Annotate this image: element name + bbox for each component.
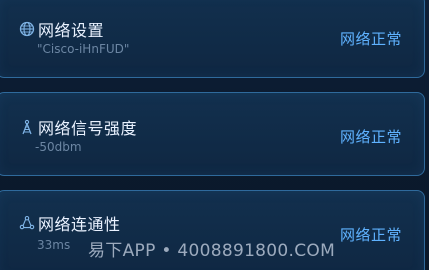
connectivity-status: 网络正常 xyxy=(339,226,402,244)
signal-strength-value: -50dbm xyxy=(35,140,82,154)
network-settings-title-row: 网络设置 xyxy=(19,17,104,41)
network-settings-status: 网络正常 xyxy=(339,30,402,48)
signal-strength-status: 网络正常 xyxy=(339,128,402,146)
globe-icon xyxy=(19,21,35,37)
signal-strength-card[interactable]: 网络信号强度 -50dbm 网络正常 xyxy=(0,92,425,176)
connectivity-icon xyxy=(19,215,35,231)
watermark-text: 易下APP • 4008891800.COM xyxy=(88,241,336,261)
connectivity-title-row: 网络连通性 xyxy=(19,211,121,235)
network-settings-title: 网络设置 xyxy=(38,21,105,40)
signal-tower-icon xyxy=(19,119,35,135)
connectivity-latency-value: 33ms xyxy=(37,238,71,252)
network-status-screen: 网络设置 "Cisco-iHnFUD" 网络正常 网络信号强度 -50dbm 网… xyxy=(0,0,429,270)
network-settings-card[interactable]: 网络设置 "Cisco-iHnFUD" 网络正常 xyxy=(0,0,425,78)
connectivity-title: 网络连通性 xyxy=(38,215,121,234)
network-ssid-value: "Cisco-iHnFUD" xyxy=(37,42,130,56)
signal-strength-title-row: 网络信号强度 xyxy=(19,115,137,139)
signal-strength-title: 网络信号强度 xyxy=(38,119,138,138)
